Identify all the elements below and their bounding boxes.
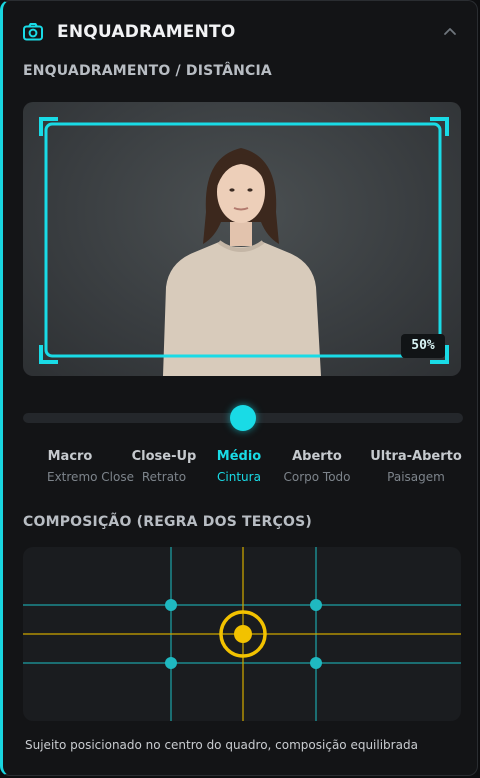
composition-description: Sujeito posicionado no centro do quadro,… — [25, 738, 418, 752]
chevron-up-icon[interactable] — [441, 23, 459, 41]
thirds-overlay — [23, 547, 461, 721]
focus-point — [234, 625, 252, 643]
option-medio-sub: Cintura — [217, 470, 261, 484]
option-ultra-aberto-name: Ultra-Aberto — [370, 449, 462, 464]
option-medio[interactable]: Médio Cintura — [214, 449, 264, 484]
option-close-up-name: Close-Up — [131, 449, 197, 464]
composition-section-label: COMPOSIÇÃO (REGRA DOS TERÇOS) — [23, 514, 312, 530]
framing-section-label: ENQUADRAMENTO / DISTÂNCIA — [23, 63, 272, 79]
option-macro-name: Macro — [47, 449, 93, 464]
framing-preview: 50% — [23, 102, 461, 376]
intersection-point — [165, 599, 177, 611]
panel-header[interactable]: ENQUADRAMENTO — [21, 19, 459, 45]
framing-slider-thumb[interactable] — [230, 405, 256, 431]
camera-icon — [23, 23, 43, 41]
option-ultra-aberto[interactable]: Ultra-Aberto Paisagem — [369, 449, 463, 484]
intersection-point — [310, 599, 322, 611]
zoom-percentage: 50% — [401, 334, 445, 358]
intersection-point — [310, 657, 322, 669]
option-aberto-name: Aberto — [292, 449, 342, 464]
panel-title: ENQUADRAMENTO — [57, 22, 236, 42]
option-aberto-sub: Corpo Todo — [283, 470, 351, 484]
intersection-point — [165, 657, 177, 669]
subject-figure — [39, 117, 449, 376]
option-aberto[interactable]: Aberto Corpo Todo — [279, 449, 355, 484]
option-medio-name: Médio — [216, 449, 262, 464]
option-ultra-aberto-sub: Paisagem — [387, 470, 445, 484]
option-close-up[interactable]: Close-Up Retrato — [129, 449, 199, 484]
framing-panel: ENQUADRAMENTO ENQUADRAMENTO / DISTÂNCIA — [0, 0, 478, 776]
option-macro-sub: Extremo Close — [47, 470, 134, 484]
option-macro[interactable]: Macro Extremo Close — [47, 449, 134, 484]
option-close-up-sub: Retrato — [141, 470, 187, 484]
rule-of-thirds-grid[interactable] — [23, 547, 461, 721]
